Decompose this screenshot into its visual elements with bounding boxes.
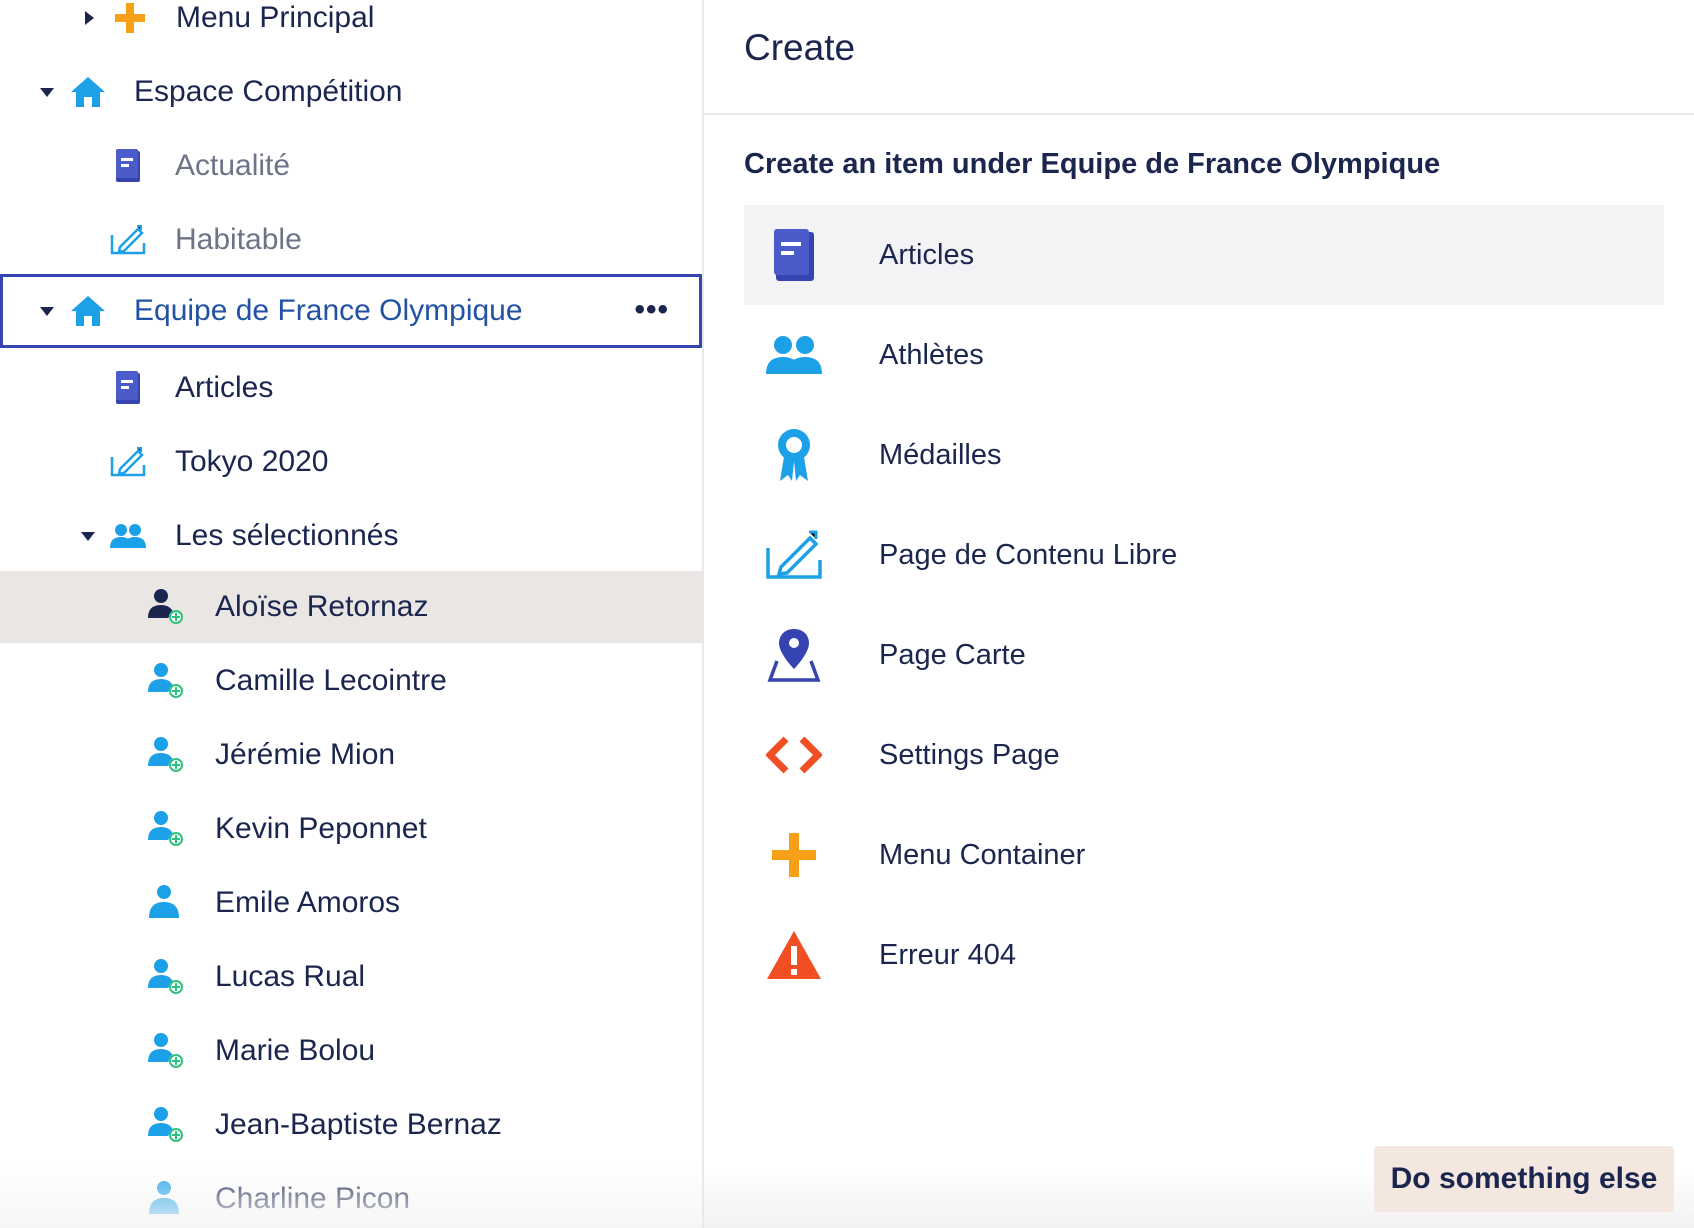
users-icon [764,325,824,385]
tree-node-label: Articles [175,371,274,404]
caret-down-icon[interactable] [38,302,56,320]
tree-node-label: Actualité [175,149,291,182]
header-divider [704,113,1694,115]
medal-icon [764,425,824,485]
content-type-label: Erreur 404 [879,938,1017,971]
tree-node-label: Lucas Rual [215,960,366,993]
code-icon [764,725,824,785]
tree-node-label: Aloïse Retornaz [215,590,429,623]
user-add-icon [146,1105,186,1145]
user-icon [146,1179,186,1219]
tree-node-jean-baptiste-bernaz[interactable]: Jean-Baptiste Bernaz [0,1089,702,1161]
book-icon [764,225,824,285]
book-icon [108,146,148,186]
user-add-icon [146,957,186,997]
tree-node-menu-principal[interactable]: Menu Principal [0,0,702,54]
content-type-athletes[interactable]: Athlètes [744,305,1664,405]
tree-node-articles[interactable]: Articles [0,352,702,424]
tree-node-les-selectionnes[interactable]: Les sélectionnés [0,500,702,572]
tree-node-charline-picon[interactable]: Charline Picon [0,1163,702,1228]
tree-node-label: Jean-Baptiste Bernaz [215,1108,502,1141]
create-dialog: Create Create an item under Equipe de Fr… [704,0,1694,1228]
tree-node-label: Habitable [175,223,302,256]
edit-page-icon [108,220,148,260]
tree-node-espace-competition[interactable]: Espace Compétition [0,56,702,128]
home-icon [68,291,108,331]
users-icon [108,516,148,556]
content-type-label: Médailles [879,438,1002,471]
user-add-icon [146,1031,186,1071]
tree-node-jeremie-mion[interactable]: Jérémie Mion [0,719,702,791]
tree-node-equipe-de-france-olympique[interactable]: Equipe de France Olympique ••• [0,274,702,348]
tree-node-label: Charline Picon [215,1182,411,1215]
tree-node-label: Camille Lecointre [215,664,447,697]
content-type-medailles[interactable]: Médailles [744,405,1664,505]
content-type-label: Page Carte [879,638,1026,671]
tree-node-tokyo-2020[interactable]: Tokyo 2020 [0,426,702,498]
user-add-icon [146,587,186,627]
tree-node-label: Tokyo 2020 [175,445,329,478]
dialog-subtitle: Create an item under Equipe de France Ol… [744,148,1441,180]
content-type-page-de-contenu-libre[interactable]: Page de Contenu Libre [744,505,1664,605]
user-add-icon [146,809,186,849]
home-icon [68,72,108,112]
more-actions-button[interactable]: ••• [634,295,669,325]
edit-page-icon [108,442,148,482]
tree-node-aloise-retornaz[interactable]: Aloïse Retornaz [0,571,702,643]
tree-node-label: Les sélectionnés [175,519,399,552]
tree-node-kevin-peponnet[interactable]: Kevin Peponnet [0,793,702,865]
tree-node-label: Kevin Peponnet [215,812,427,845]
warning-icon [764,925,824,985]
content-type-erreur-404[interactable]: Erreur 404 [744,905,1664,1005]
content-type-menu-container[interactable]: Menu Container [744,805,1664,905]
content-type-label: Page de Contenu Libre [879,538,1178,571]
caret-down-icon[interactable] [38,83,56,101]
tree-node-emile-amoros[interactable]: Emile Amoros [0,867,702,939]
tree-node-label: Marie Bolou [215,1034,376,1067]
content-type-label: Articles [879,238,975,271]
tree-node-marie-bolou[interactable]: Marie Bolou [0,1015,702,1087]
user-add-icon [146,735,186,775]
content-type-label: Settings Page [879,738,1060,771]
tree-node-camille-lecointre[interactable]: Camille Lecointre [0,645,702,717]
tree-node-lucas-rual[interactable]: Lucas Rual [0,941,702,1013]
content-tree: Menu Principal Espace Compétition Actual… [0,0,702,1228]
caret-down-icon[interactable] [79,527,97,545]
content-type-articles[interactable]: Articles [744,205,1664,305]
plus-icon [110,0,150,38]
tree-node-label: Espace Compétition [134,75,403,108]
content-type-settings-page[interactable]: Settings Page [744,705,1664,805]
tree-node-label: Jérémie Mion [215,738,396,771]
tree-node-label: Equipe de France Olympique [134,294,523,327]
content-type-label: Menu Container [879,838,1086,871]
tree-node-actualite[interactable]: Actualité [0,130,702,202]
map-pin-icon [764,625,824,685]
user-icon [146,883,186,923]
caret-right-icon[interactable] [80,9,98,27]
edit-page-icon [764,525,824,585]
content-type-label: Athlètes [879,338,984,371]
content-type-page-carte[interactable]: Page Carte [744,605,1664,705]
plus-icon [764,825,824,885]
tree-node-label: Emile Amoros [215,886,401,919]
tree-node-label: Menu Principal [176,1,375,34]
tree-node-habitable[interactable]: Habitable [0,204,702,276]
dialog-title: Create [744,27,856,68]
book-icon [108,368,148,408]
do-something-else-button[interactable]: Do something else [1374,1146,1674,1212]
user-add-icon [146,661,186,701]
